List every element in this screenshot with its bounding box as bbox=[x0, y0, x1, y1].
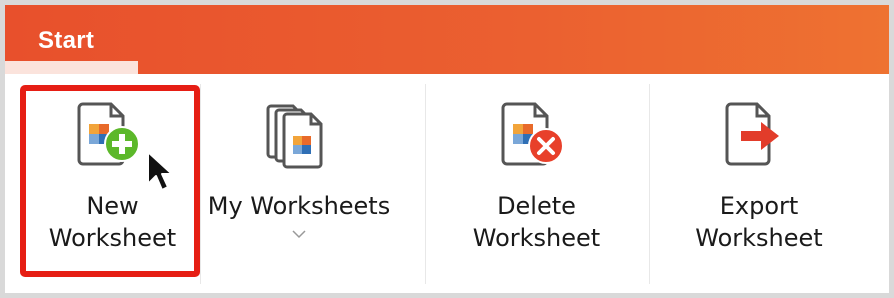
new-worksheet-icon bbox=[75, 98, 151, 179]
export-worksheet-label: Export Worksheet bbox=[695, 192, 823, 252]
delete-worksheet-button[interactable]: Delete Worksheet bbox=[426, 80, 647, 276]
my-worksheets-label: My Worksheets bbox=[207, 192, 391, 220]
chevron-down-icon[interactable] bbox=[291, 226, 307, 244]
ribbon-toolbar: New Worksheet My Worksheets Delete Works… bbox=[5, 74, 889, 293]
tab-start[interactable]: Start bbox=[38, 27, 94, 55]
new-worksheet-label: New Worksheet bbox=[48, 192, 177, 252]
my-worksheets-icon bbox=[261, 98, 337, 179]
my-worksheets-button[interactable]: My Worksheets bbox=[201, 80, 397, 276]
export-worksheet-icon bbox=[721, 98, 797, 179]
delete-worksheet-icon bbox=[499, 98, 575, 179]
mouse-cursor-icon bbox=[146, 150, 174, 199]
tab-start-indicator bbox=[5, 61, 138, 74]
delete-worksheet-label: Delete Worksheet bbox=[472, 192, 601, 252]
export-worksheet-button[interactable]: Export Worksheet bbox=[650, 80, 868, 276]
